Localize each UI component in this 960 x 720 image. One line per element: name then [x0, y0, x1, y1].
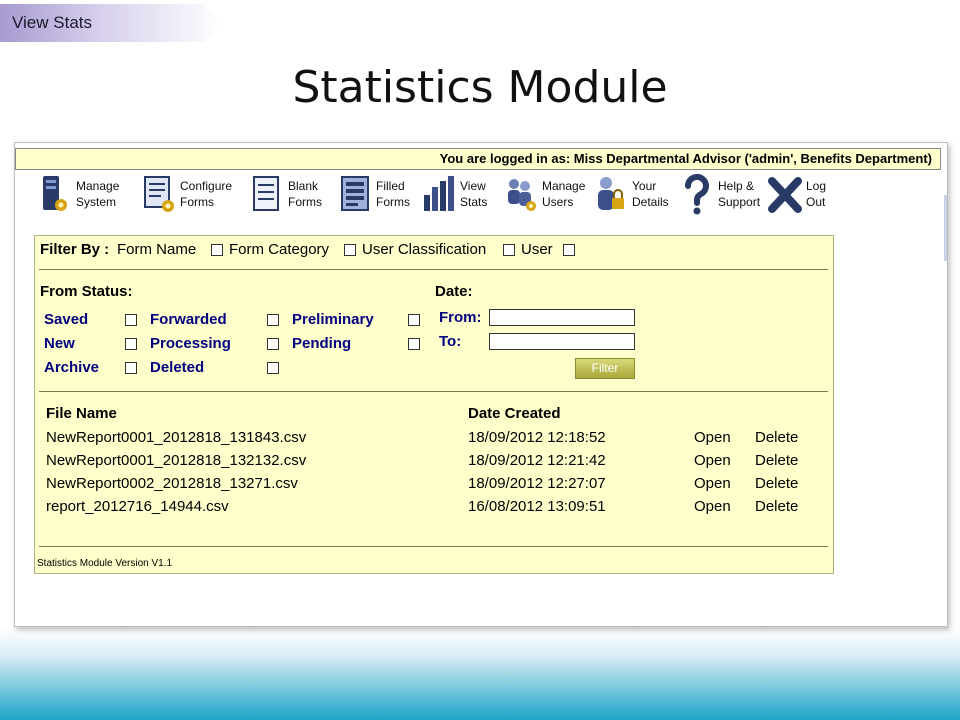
filter-form-name-checkbox[interactable] — [211, 244, 223, 256]
filter-by-label: Filter By : — [40, 241, 110, 258]
app-window: You are logged in as: Miss Departmental … — [14, 142, 948, 627]
filter-option-label: User — [521, 241, 553, 258]
configure-forms-icon — [144, 176, 174, 212]
file-date: 18/09/2012 12:21:42 — [468, 452, 606, 469]
status-archive-checkbox[interactable] — [125, 362, 137, 374]
blank-forms-icon — [253, 176, 279, 211]
nav-label: Manage Users — [542, 179, 586, 209]
file-date: 16/08/2012 13:09:51 — [468, 498, 606, 515]
nav-your-details[interactable]: Your Details — [593, 171, 669, 217]
nav-configure-forms[interactable]: Configure Forms — [141, 171, 232, 217]
status-processing-checkbox[interactable] — [267, 338, 279, 350]
file-name: NewReport0001_2012818_132132.csv — [46, 452, 307, 469]
status-new-label: New — [44, 335, 75, 352]
table-row: NewReport0001_2012818_131843.csv 18/09/2… — [35, 429, 833, 451]
breadcrumb-label: View Stats — [12, 13, 93, 32]
nav-label: Configure Forms — [180, 179, 233, 209]
file-name: report_2012716_14944.csv — [46, 498, 229, 515]
status-pending-checkbox[interactable] — [408, 338, 420, 350]
slide-title: Statistics Module — [292, 62, 668, 113]
filter-user-classification-checkbox[interactable] — [503, 244, 515, 256]
status-pending-label: Pending — [292, 335, 352, 352]
help-icon — [684, 173, 709, 215]
file-name: NewReport0001_2012818_131843.csv — [46, 429, 307, 446]
delete-link[interactable]: Delete — [755, 429, 798, 446]
nav-manage-system[interactable]: Manage System — [37, 171, 119, 217]
divider — [39, 269, 828, 270]
date-to-input[interactable] — [489, 333, 635, 350]
table-row: NewReport0001_2012818_132132.csv 18/09/2… — [35, 452, 833, 474]
filter-option-label: User Classification — [362, 241, 487, 258]
open-link[interactable]: Open — [694, 498, 731, 515]
open-link[interactable]: Open — [694, 475, 731, 492]
filter-option-label: Form Name — [117, 241, 197, 258]
status-processing-label: Processing — [150, 335, 231, 352]
filter-option-label: Form Category — [229, 241, 330, 258]
status-new-checkbox[interactable] — [125, 338, 137, 350]
nav-label: View Stats — [460, 179, 488, 209]
status-deleted-checkbox[interactable] — [267, 362, 279, 374]
main-nav: Manage System Configure Forms Blank Form… — [37, 171, 917, 221]
nav-filled-forms[interactable]: Filled Forms — [337, 171, 410, 217]
side-ghost — [944, 195, 947, 261]
status-saved-label: Saved — [44, 311, 89, 328]
nav-label: Log Out — [806, 179, 827, 209]
status-forwarded-checkbox[interactable] — [267, 314, 279, 326]
status-preliminary-label: Preliminary — [292, 311, 374, 328]
column-header-date-created: Date Created — [468, 405, 561, 422]
filter-button[interactable]: Filter — [575, 358, 635, 379]
login-status: You are logged in as: Miss Departmental … — [439, 151, 932, 166]
table-row: report_2012716_14944.csv 16/08/2012 13:0… — [35, 498, 833, 520]
file-name: NewReport0002_2012818_13271.csv — [46, 475, 298, 492]
nav-label: Your Details — [632, 179, 669, 209]
filter-form-category-checkbox[interactable] — [344, 244, 356, 256]
nav-label: Blank Forms — [288, 179, 322, 209]
manage-system-icon — [43, 176, 67, 211]
status-forwarded-label: Forwarded — [150, 311, 227, 328]
nav-view-stats[interactable]: View Stats — [421, 171, 487, 217]
filter-user-checkbox[interactable] — [563, 244, 575, 256]
date-to-label: To: — [439, 333, 462, 350]
nav-label: Help & Support — [718, 179, 761, 209]
nav-manage-users[interactable]: Manage Users — [503, 171, 585, 217]
nav-label: Manage System — [76, 179, 120, 209]
file-date: 18/09/2012 12:18:52 — [468, 429, 606, 446]
nav-blank-forms[interactable]: Blank Forms — [249, 171, 322, 217]
open-link[interactable]: Open — [694, 452, 731, 469]
date-from-label: From: — [439, 309, 482, 326]
from-status-label: From Status: — [40, 283, 133, 300]
table-row: NewReport0002_2012818_13271.csv 18/09/20… — [35, 475, 833, 497]
stats-filter-panel: Filter By : Form Name Form Category User… — [34, 235, 834, 574]
status-deleted-label: Deleted — [150, 359, 205, 376]
footer-band — [0, 628, 960, 720]
view-stats-icon — [424, 176, 454, 211]
filled-forms-icon — [341, 176, 369, 211]
nav-label: Filled Forms — [376, 179, 410, 209]
manage-users-icon — [508, 179, 536, 211]
nav-log-out[interactable]: Log Out — [767, 171, 826, 217]
delete-link[interactable]: Delete — [755, 475, 798, 492]
date-label: Date: — [435, 283, 473, 300]
column-header-file-name: File Name — [46, 405, 117, 422]
file-date: 18/09/2012 12:27:07 — [468, 475, 606, 492]
your-details-icon — [598, 177, 624, 210]
logout-icon — [768, 177, 802, 213]
delete-link[interactable]: Delete — [755, 452, 798, 469]
status-archive-label: Archive — [44, 359, 100, 376]
breadcrumb-tab: View Stats — [0, 4, 222, 42]
login-bar: You are logged in as: Miss Departmental … — [15, 148, 941, 170]
delete-link[interactable]: Delete — [755, 498, 798, 515]
divider — [39, 391, 828, 392]
version-text: Statistics Module Version V1.1 — [37, 558, 173, 569]
status-saved-checkbox[interactable] — [125, 314, 137, 326]
status-preliminary-checkbox[interactable] — [408, 314, 420, 326]
nav-help-support[interactable]: Help & Support — [679, 171, 760, 217]
open-link[interactable]: Open — [694, 429, 731, 446]
divider — [39, 546, 828, 547]
date-from-input[interactable] — [489, 309, 635, 326]
